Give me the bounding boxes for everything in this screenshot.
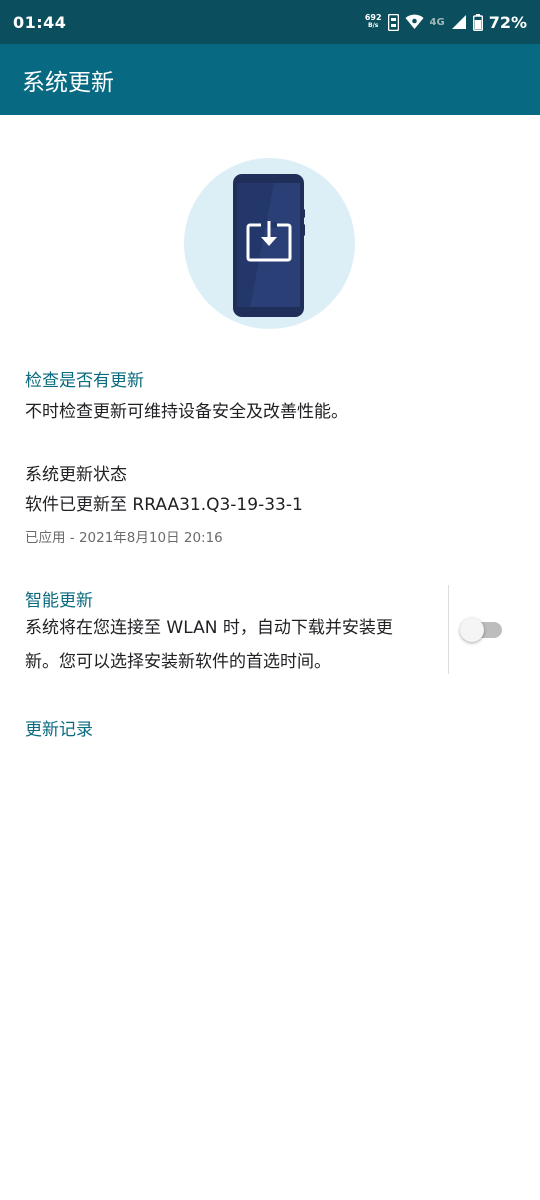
status-bar: 01:44 692 B/s 4G 72% bbox=[0, 0, 540, 44]
network-type: 4G bbox=[429, 16, 445, 28]
network-speed-value: 692 bbox=[364, 13, 382, 22]
battery-icon bbox=[472, 13, 483, 31]
update-status-title: 系统更新状态 bbox=[25, 465, 127, 485]
page-title: 系统更新 bbox=[22, 69, 114, 96]
phone-download-illustration bbox=[233, 174, 305, 317]
app-bar: 系统更新 bbox=[0, 44, 540, 115]
divider bbox=[448, 585, 449, 674]
smart-update-description-line1: 系统将在您连接至 WLAN 时，自动下载并安装更 bbox=[25, 618, 393, 638]
battery-percent: 72% bbox=[488, 12, 527, 32]
wifi-icon bbox=[405, 14, 424, 30]
network-speed-unit: B/s bbox=[368, 22, 379, 29]
smart-update-description-line2: 新。您可以选择安装新软件的首选时间。 bbox=[25, 652, 331, 672]
status-icons: 692 B/s 4G 72% bbox=[365, 13, 527, 32]
hero-illustration bbox=[184, 158, 355, 329]
update-applied-date: 已应用 - 2021年8月10日 20:16 bbox=[25, 530, 223, 546]
sim-icon bbox=[387, 13, 399, 31]
check-update-link[interactable]: 检查是否有更新 bbox=[25, 366, 144, 391]
toggle-thumb bbox=[460, 618, 484, 642]
smart-update-toggle[interactable] bbox=[460, 618, 502, 642]
update-history-link[interactable]: 更新记录 bbox=[25, 715, 93, 740]
signal-icon bbox=[451, 14, 467, 30]
check-update-description: 不时检查更新可维持设备安全及改善性能。 bbox=[25, 402, 348, 422]
smart-update-description: 系统将在您连接至 WLAN 时，自动下载并安装更 新。您可以选择安装新软件的首选… bbox=[25, 611, 420, 679]
network-speed: 692 B/s bbox=[365, 14, 382, 30]
update-version-text: 软件已更新至 RRAA31.Q3-19-33-1 bbox=[25, 495, 303, 515]
status-time: 01:44 bbox=[13, 12, 67, 32]
smart-update-title[interactable]: 智能更新 bbox=[25, 586, 93, 611]
